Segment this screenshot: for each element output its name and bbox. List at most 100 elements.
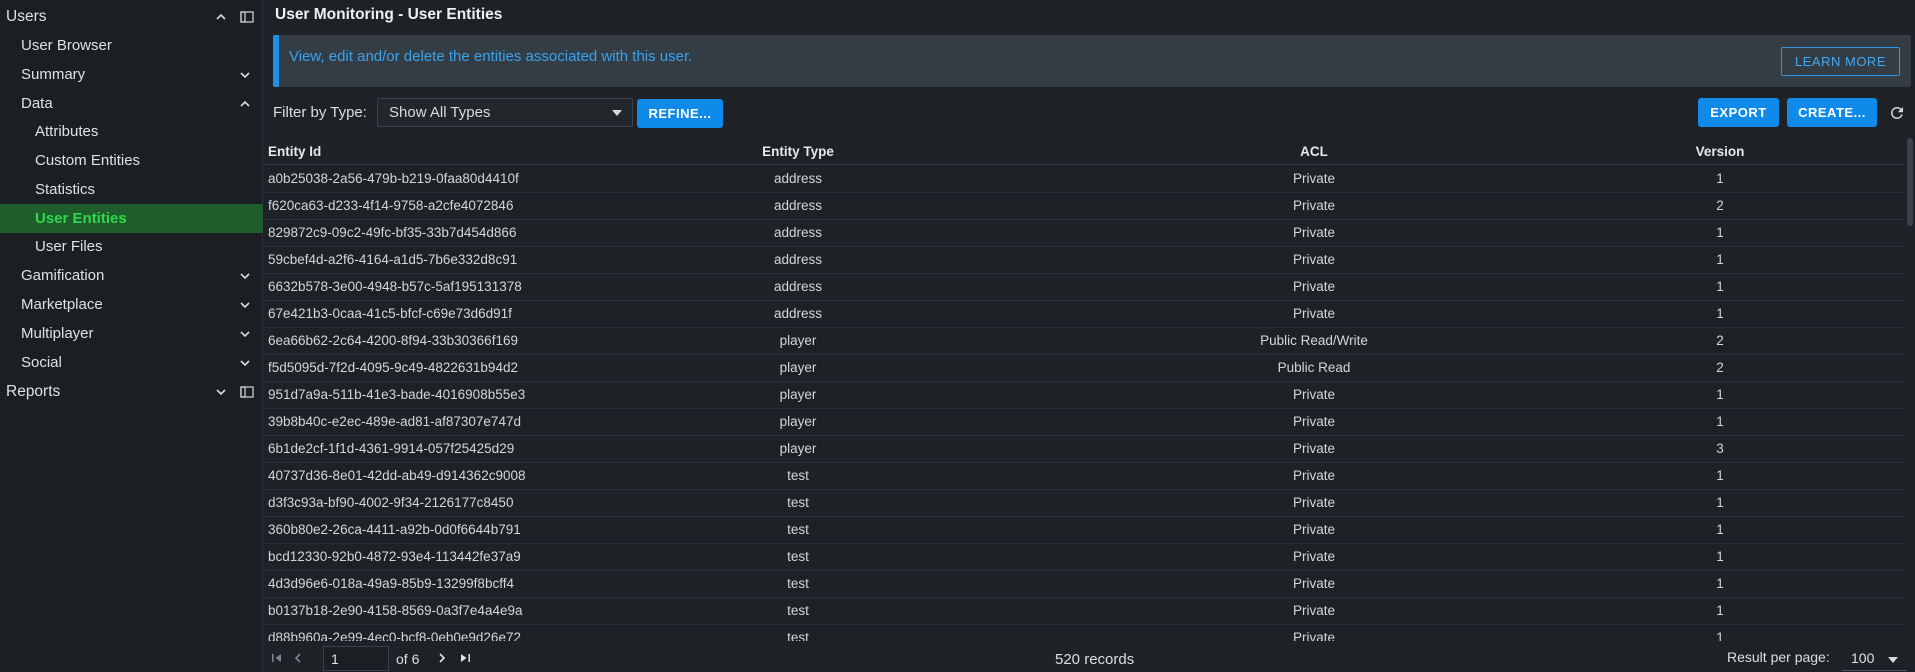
table-row[interactable]: 360b80e2-26ca-4411-a92b-0d0f6644b791 test… — [264, 517, 1904, 544]
acl-cell: Private — [1292, 630, 1336, 641]
sidebar-item-user-files[interactable]: User Files — [0, 232, 263, 261]
caret-down-icon — [1888, 657, 1898, 663]
sidebar-item-users[interactable]: Users — [0, 2, 263, 31]
table-row[interactable]: b0137b18-2e90-4158-8569-0a3f7e4a4e9a test… — [264, 598, 1904, 625]
refresh-icon[interactable] — [1888, 104, 1906, 122]
create-button[interactable]: CREATE... — [1787, 98, 1877, 127]
acl-cell: Public Read/Write — [1260, 333, 1368, 348]
table-row[interactable]: 39b8b40c-e2ec-489e-ad81-af87307e747d play… — [264, 409, 1904, 436]
chevron-down-icon[interactable] — [213, 384, 229, 400]
export-button[interactable]: EXPORT — [1698, 98, 1779, 127]
entity-type-cell: player — [779, 414, 817, 429]
entity-id-cell: 59cbef4d-a2f6-4164-a1d5-7b6e332d8c91 — [268, 252, 518, 267]
open-panel-icon[interactable] — [239, 384, 255, 400]
entity-id-cell: 4d3d96e6-018a-49a9-85b9-13299f8bcff4 — [268, 576, 514, 591]
version-cell: 3 — [1716, 441, 1724, 456]
table-row[interactable]: d88b960a-2e99-4ec0-bcf8-0eb0e9d26e72 test… — [264, 625, 1904, 641]
table-row[interactable]: d3f3c93a-bf90-4002-9f34-2126177c8450 test… — [264, 490, 1904, 517]
sidebar-item-marketplace[interactable]: Marketplace — [0, 290, 263, 319]
chevron-down-icon[interactable] — [237, 67, 253, 83]
column-header-version[interactable]: Version — [1620, 144, 1820, 159]
filter-by-type-label: Filter by Type: — [273, 104, 367, 121]
acl-cell: Private — [1292, 252, 1336, 267]
version-cell: 1 — [1716, 495, 1724, 510]
caret-down-icon — [612, 110, 622, 116]
entity-type-cell: player — [779, 387, 817, 402]
sidebar: Users User Browser Summary Data Attributes Cu… — [0, 0, 263, 672]
results-per-page-select[interactable]: 100 — [1842, 646, 1907, 671]
sidebar-item-summary[interactable]: Summary — [0, 60, 263, 89]
previous-page-icon[interactable] — [291, 651, 305, 665]
main-content: User Monitoring - User Entities View, ed… — [264, 0, 1915, 672]
entity-type-cell: address — [773, 279, 823, 294]
table-scrollbar[interactable] — [1907, 138, 1913, 226]
entity-type-cell: test — [787, 495, 809, 510]
chevron-down-icon[interactable] — [237, 297, 253, 313]
sidebar-item-label: Gamification — [21, 267, 105, 284]
chevron-down-icon[interactable] — [237, 355, 253, 371]
sidebar-item-custom-entities[interactable]: Custom Entities — [0, 146, 263, 175]
sidebar-item-label: User Entities — [35, 210, 127, 227]
table-row[interactable]: 6b1de2cf-1f1d-4361-9914-057f25425d29 play… — [264, 436, 1904, 463]
version-cell: 1 — [1716, 576, 1724, 591]
sidebar-item-attributes[interactable]: Attributes — [0, 117, 263, 146]
version-cell: 2 — [1716, 198, 1724, 213]
acl-cell: Private — [1292, 198, 1336, 213]
sidebar-item-user-browser[interactable]: User Browser — [0, 31, 263, 60]
table-row[interactable]: 59cbef4d-a2f6-4164-a1d5-7b6e332d8c91 addr… — [264, 247, 1904, 274]
version-cell: 1 — [1716, 630, 1724, 641]
sidebar-item-user-entities[interactable]: User Entities — [0, 204, 263, 233]
table-row[interactable]: 4d3d96e6-018a-49a9-85b9-13299f8bcff4 test… — [264, 571, 1904, 598]
table-row[interactable]: f620ca63-d233-4f14-9758-a2cfe4072846 addr… — [264, 193, 1904, 220]
table-row[interactable]: 6632b578-3e00-4948-b57c-5af195131378 addr… — [264, 274, 1904, 301]
page-number-input[interactable] — [323, 646, 389, 671]
table-row[interactable]: a0b25038-2a56-479b-b219-0faa80d4410f addr… — [264, 166, 1904, 193]
page-title: User Monitoring - User Entities — [275, 6, 503, 23]
sidebar-item-statistics[interactable]: Statistics — [0, 175, 263, 204]
table-row[interactable]: f5d5095d-7f2d-4095-9c49-4822631b94d2 play… — [264, 355, 1904, 382]
sidebar-item-social[interactable]: Social — [0, 348, 263, 377]
first-page-icon[interactable] — [270, 651, 284, 665]
chevron-down-icon[interactable] — [237, 268, 253, 284]
version-cell: 1 — [1716, 279, 1724, 294]
entity-type-cell: test — [787, 630, 809, 641]
entity-id-cell: 67e421b3-0caa-41c5-bfcf-c69e73d6d91f — [268, 306, 512, 321]
chevron-up-icon[interactable] — [237, 96, 253, 112]
sidebar-item-multiplayer[interactable]: Multiplayer — [0, 319, 263, 348]
table-row[interactable]: 67e421b3-0caa-41c5-bfcf-c69e73d6d91f addr… — [264, 301, 1904, 328]
sidebar-item-gamification[interactable]: Gamification — [0, 261, 263, 290]
type-filter-select[interactable]: Show All Types — [377, 98, 633, 127]
entity-id-cell: 951d7a9a-511b-41e3-bade-4016908b55e3 — [268, 387, 526, 402]
column-header-entity-type[interactable]: Entity Type — [648, 144, 948, 159]
pagination-bar: of 6 520 records Result per page: 100 — [264, 645, 1915, 672]
table-body: a0b25038-2a56-479b-b219-0faa80d4410f addr… — [264, 166, 1904, 641]
entity-type-cell: player — [779, 333, 817, 348]
type-filter-value: Show All Types — [389, 104, 491, 121]
column-header-acl[interactable]: ACL — [1164, 144, 1464, 159]
table-row[interactable]: bcd12330-92b0-4872-93e4-113442fe37a9 test… — [264, 544, 1904, 571]
chevron-down-icon[interactable] — [237, 326, 253, 342]
table-row[interactable]: 40737d36-8e01-42dd-ab49-d914362c9008 test… — [264, 463, 1904, 490]
entity-id-cell: b0137b18-2e90-4158-8569-0a3f7e4a4e9a — [268, 603, 523, 618]
record-count: 520 records — [1055, 651, 1135, 668]
version-cell: 1 — [1716, 414, 1724, 429]
last-page-icon[interactable] — [458, 651, 472, 665]
chevron-up-icon[interactable] — [213, 9, 229, 25]
sidebar-item-label: Attributes — [35, 123, 99, 140]
refine-button[interactable]: REFINE... — [637, 99, 723, 128]
column-header-entity-id[interactable]: Entity Id — [268, 144, 321, 159]
sidebar-item-label: Marketplace — [21, 296, 103, 313]
entity-id-cell: d88b960a-2e99-4ec0-bcf8-0eb0e9d26e72 — [268, 630, 521, 641]
table-row[interactable]: 6ea66b62-2c64-4200-8f94-33b30366f169 play… — [264, 328, 1904, 355]
open-panel-icon[interactable] — [239, 9, 255, 25]
sidebar-item-data[interactable]: Data — [0, 89, 263, 118]
table-row[interactable]: 829872c9-09c2-49fc-bf35-33b7d454d866 addr… — [264, 220, 1904, 247]
entity-type-cell: test — [787, 549, 809, 564]
learn-more-button[interactable]: LEARN MORE — [1781, 47, 1900, 76]
next-page-icon[interactable] — [435, 651, 449, 665]
entity-id-cell: a0b25038-2a56-479b-b219-0faa80d4410f — [268, 171, 519, 186]
entity-type-cell: address — [773, 252, 823, 267]
table-row[interactable]: 951d7a9a-511b-41e3-bade-4016908b55e3 play… — [264, 382, 1904, 409]
sidebar-item-reports[interactable]: Reports — [0, 377, 263, 406]
entity-id-cell: bcd12330-92b0-4872-93e4-113442fe37a9 — [268, 549, 521, 564]
